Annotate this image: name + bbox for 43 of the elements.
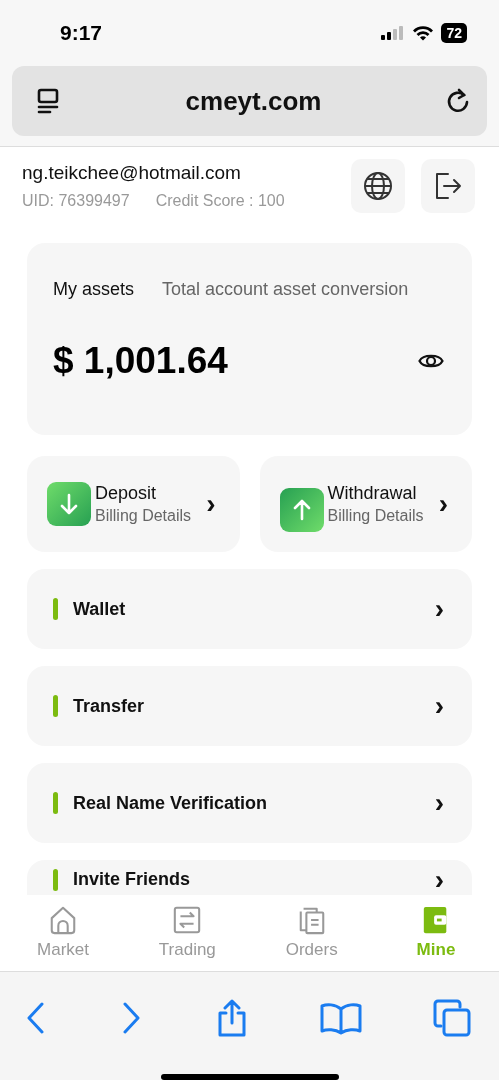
language-button[interactable] [351, 159, 405, 213]
accent-bar [53, 598, 58, 620]
credit-score: Credit Score : 100 [155, 192, 285, 210]
menu-label: Wallet [73, 598, 126, 620]
asset-amount: $ 1,001.64 [53, 340, 228, 382]
signal-icon [381, 26, 406, 40]
menu-item[interactable]: Real Name Verification › [27, 763, 472, 843]
chevron-icon: › [438, 490, 448, 518]
action-subtitle: Billing Details [327, 507, 424, 525]
chevron-icon: › [206, 490, 216, 518]
reload-icon[interactable] [445, 87, 471, 115]
chevron-icon: › [434, 866, 444, 894]
accent-bar [53, 695, 58, 717]
user-id: UID: 76399497 [22, 192, 130, 210]
menu-label: Transfer [73, 695, 145, 717]
menu-label: Real Name Verification [73, 792, 268, 814]
chevron-icon: › [434, 692, 444, 720]
menu-label: Invite Friends [73, 869, 191, 890]
accent-bar [53, 869, 58, 891]
bookmarks-icon[interactable] [319, 1001, 362, 1035]
accent-bar [53, 792, 58, 814]
logout-button[interactable] [421, 159, 475, 213]
user-email: ng.teikchee@hotmail.com [22, 162, 242, 184]
exchange-icon [172, 905, 203, 935]
chevron-icon: › [434, 789, 444, 817]
action-title: Deposit [95, 483, 158, 504]
battery-indicator: 72 [441, 23, 467, 43]
asset-tab[interactable]: My assets [53, 279, 135, 300]
status-time: 9:17 [60, 21, 103, 45]
address-bar[interactable]: cmeyt.com [12, 66, 487, 136]
wifi-icon [412, 25, 435, 41]
action-subtitle: Billing Details [95, 507, 192, 525]
menu-item[interactable]: Wallet › [27, 569, 472, 649]
menu-item[interactable]: Transfer › [27, 666, 472, 746]
globe-icon [363, 171, 393, 201]
logout-icon [434, 171, 462, 201]
action-title: Withdrawal [327, 483, 418, 504]
home-icon [48, 905, 78, 935]
url-text: cmeyt.com [185, 85, 322, 117]
chevron-icon: › [434, 595, 444, 623]
asset-tab[interactable]: Total account asset conversion [162, 279, 409, 300]
tabs-icon[interactable] [433, 999, 471, 1037]
menu-item[interactable]: Invite Friends › [27, 860, 472, 895]
